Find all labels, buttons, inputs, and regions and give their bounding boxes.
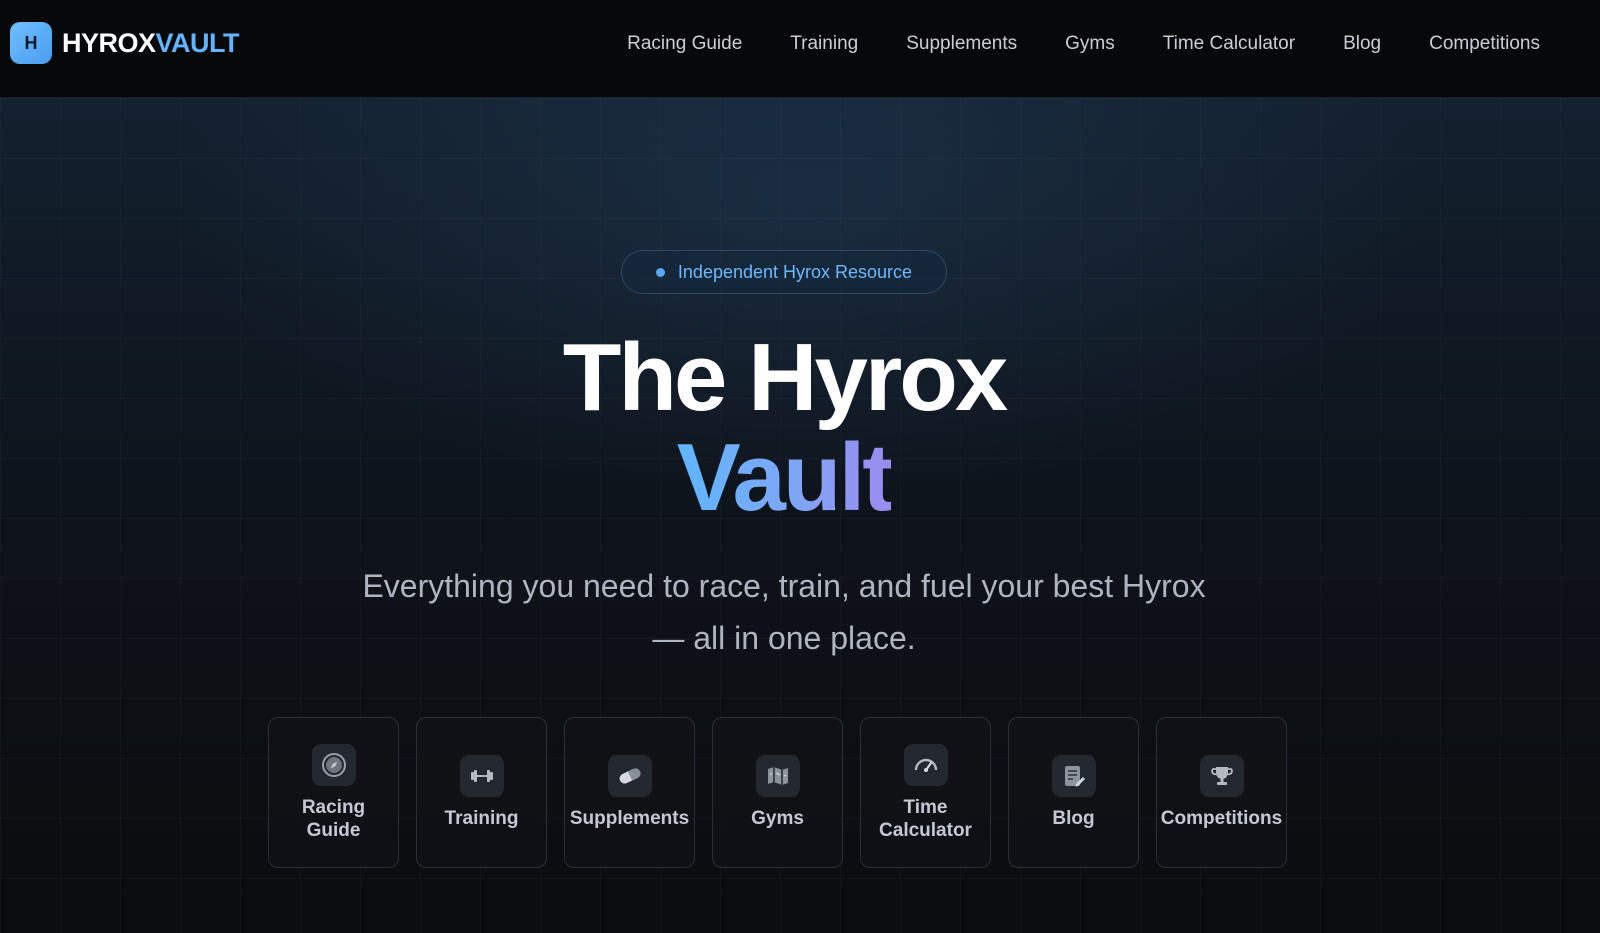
card-label-supplements: Supplements [569, 808, 690, 829]
nav-link-time-calculator[interactable]: Time Calculator [1163, 33, 1295, 55]
card-time-calculator[interactable]: Time Calculator [860, 717, 991, 868]
logo-text-hyrox: HYROX [62, 27, 156, 58]
dumbbell-icon [459, 755, 504, 797]
nav-link-racing-guide[interactable]: Racing Guide [627, 33, 742, 55]
site-logo[interactable]: H HYROXVAULT [10, 22, 240, 64]
map-icon [755, 755, 800, 797]
card-blog[interactable]: Blog [1008, 717, 1139, 868]
logo-text: HYROXVAULT [62, 27, 240, 59]
nav-link-training[interactable]: Training [790, 33, 858, 55]
logo-badge: H [10, 22, 52, 64]
nav-links: Racing Guide Training Supplements Gyms T… [579, 0, 1540, 88]
nav-link-blog[interactable]: Blog [1343, 33, 1381, 55]
card-label-blog: Blog [1052, 808, 1095, 829]
hero-subtitle: Everything you need to race, train, and … [362, 568, 1206, 656]
page: H HYROXVAULT Racing Guide Training Suppl… [0, 0, 1600, 933]
nav-link-supplements[interactable]: Supplements [906, 33, 1017, 55]
hero-title-line1: The Hyrox [562, 324, 1008, 431]
card-training[interactable]: Training [416, 717, 547, 868]
badge-dot-icon [655, 267, 665, 277]
card-label-competitions: Competitions [1160, 808, 1283, 829]
card-supplements[interactable]: Supplements [564, 717, 695, 868]
notepad-icon [1051, 755, 1096, 797]
hero-badge: Independent Hyrox Resource [621, 250, 947, 294]
top-navigation: H HYROXVAULT Racing Guide Training Suppl… [0, 0, 1600, 98]
hero-title-line2: Vault [676, 424, 894, 531]
compass-icon [311, 743, 356, 786]
hero-badge-text: Independent Hyrox Resource [677, 261, 913, 282]
card-racing-guide[interactable]: Racing Guide [268, 717, 399, 868]
pill-icon [607, 755, 652, 797]
card-competitions[interactable]: Competitions [1156, 717, 1287, 868]
hero-title: The Hyrox Vault [0, 328, 1568, 528]
quick-links: Racing Guide Training Supplements Gyms T… [268, 717, 1287, 868]
nav-link-competitions[interactable]: Competitions [1429, 33, 1540, 55]
trophy-icon [1199, 755, 1244, 797]
card-label-gyms: Gyms [751, 808, 804, 829]
card-gyms[interactable]: Gyms [712, 717, 843, 868]
nav-link-gyms[interactable]: Gyms [1065, 33, 1115, 55]
card-label-time-calculator: Time Calculator [879, 796, 972, 841]
speedometer-icon [903, 743, 948, 786]
logo-text-vault: VAULT [155, 27, 240, 58]
card-label-training: Training [444, 808, 519, 829]
card-label-racing-guide: Racing Guide [301, 796, 366, 841]
